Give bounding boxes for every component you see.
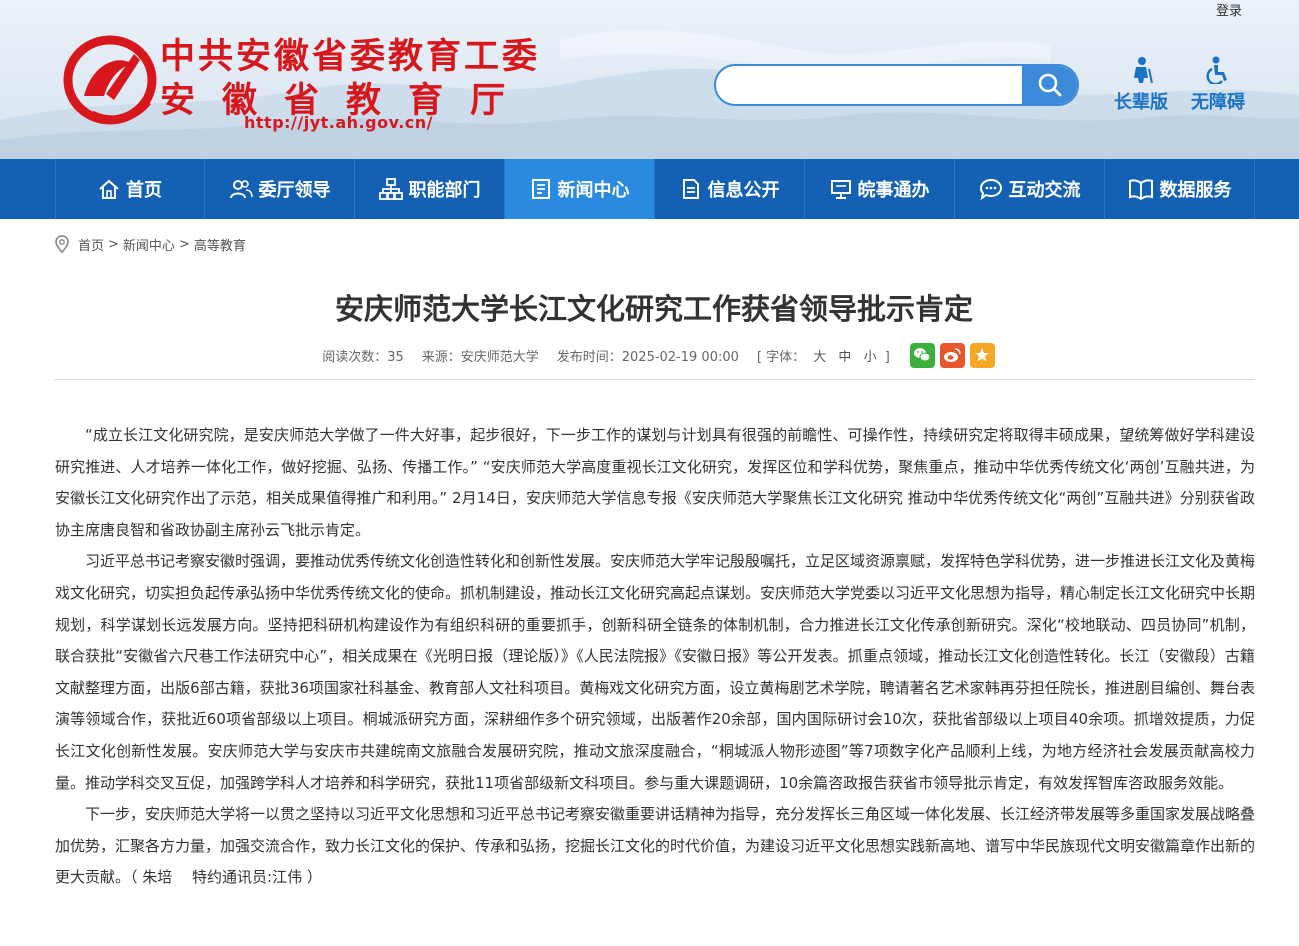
org-icon xyxy=(378,178,403,200)
nav-item-departments[interactable]: 职能部门 xyxy=(355,159,505,219)
article-body: “成立长江文化研究院，是安庆师范大学做了一件大好事，起步很好，下一步工作的谋划与… xyxy=(55,420,1255,894)
accessibility-button[interactable]: 无障碍 xyxy=(1187,56,1249,114)
weibo-icon xyxy=(944,348,962,362)
breadcrumb-separator: > xyxy=(178,236,190,252)
article-source: 来源：安庆师范大学 xyxy=(421,349,539,365)
search-input[interactable] xyxy=(716,66,1022,104)
home-icon xyxy=(99,179,119,199)
document-icon xyxy=(682,179,699,199)
people-icon xyxy=(229,180,253,199)
elder-mode-label: 长辈版 xyxy=(1114,92,1168,113)
nav-item-info-disclosure[interactable]: 信息公开 xyxy=(655,159,805,219)
breadcrumb-higher-education[interactable]: 高等教育 xyxy=(194,235,246,254)
nav-item-label: 互动交流 xyxy=(1008,180,1081,201)
view-count: 阅读次数：35 xyxy=(322,349,404,365)
accessibility-label: 无障碍 xyxy=(1191,92,1245,113)
font-size-large[interactable]: 大 xyxy=(813,350,826,365)
article-meta: 阅读次数：35 来源：安庆师范大学 发布时间：2025-02-19 00:00 … xyxy=(54,340,1254,370)
favorite-icon xyxy=(975,348,990,362)
breadcrumb-news[interactable]: 新闻中心 xyxy=(123,235,175,254)
book-icon xyxy=(1128,179,1153,200)
font-size-switcher: [ 字体： 大 中 小 ] xyxy=(756,349,890,365)
logo-url: http://jyt.ah.gov.cn/ xyxy=(244,113,433,132)
nav-item-label: 数据服务 xyxy=(1159,180,1232,201)
monitor-icon xyxy=(830,180,851,199)
breadcrumb-separator: > xyxy=(108,236,119,252)
search-icon xyxy=(1038,73,1061,97)
search-box xyxy=(714,64,1079,106)
article-paragraph: 习近平总书记考察安徽时强调，要推动优秀传统文化创造性转化和创新性发展。安庆师范大… xyxy=(55,552,1256,792)
location-pin-icon xyxy=(55,235,69,253)
login-link[interactable]: 登录 xyxy=(1216,0,1242,19)
share-weibo-button[interactable] xyxy=(939,342,965,368)
nav-item-news[interactable]: 新闻中心 xyxy=(505,159,655,219)
nav-item-interaction[interactable]: 互动交流 xyxy=(955,159,1105,219)
title-divider xyxy=(54,379,1255,380)
wheelchair-icon xyxy=(1206,56,1227,84)
nav-item-label: 首页 xyxy=(126,180,162,201)
site-logo-icon xyxy=(63,35,157,125)
elder-icon xyxy=(1134,57,1153,84)
breadcrumb: 首页 > 新闻中心 > 高等教育 xyxy=(54,234,246,254)
nav-item-home[interactable]: 首页 xyxy=(55,159,205,219)
article-paragraph: 下一步，安庆师范大学将一以贯之坚持以习近平文化思想和习近平总书记考察安徽重要讲话… xyxy=(55,805,1256,887)
nav-item-label: 信息公开 xyxy=(707,180,780,201)
nav-item-leaders[interactable]: 委厅领导 xyxy=(205,159,355,219)
article-paragraph: “成立长江文化研究院，是安庆师范大学做了一件大好事，起步很好，下一步工作的谋划与… xyxy=(55,426,1255,539)
publish-time: 发布时间：2025-02-19 00:00 xyxy=(556,349,739,365)
news-icon xyxy=(531,179,550,199)
article-title: 安庆师范大学长江文化研究工作获省领导批示肯定 xyxy=(334,292,973,326)
nav-item-label: 皖事通办 xyxy=(857,180,930,201)
nav-item-services[interactable]: 皖事通办 xyxy=(805,159,955,219)
elder-mode-button[interactable]: 长辈版 xyxy=(1110,56,1172,114)
wechat-icon xyxy=(914,348,931,362)
share-buttons xyxy=(905,342,995,368)
share-wechat-button[interactable] xyxy=(909,342,935,368)
nav-item-label: 新闻中心 xyxy=(557,180,630,201)
main-nav: 首页 委厅领导 职能部门 新闻中心 信息公开 皖事通办 互动交流 数据服务 xyxy=(0,159,1299,219)
nav-item-label: 委厅领导 xyxy=(258,180,331,201)
breadcrumb-home[interactable]: 首页 xyxy=(78,235,104,254)
nav-item-label: 职能部门 xyxy=(408,180,481,201)
chat-icon xyxy=(979,178,1002,200)
nav-item-data-services[interactable]: 数据服务 xyxy=(1105,159,1255,219)
font-size-small[interactable]: 小 xyxy=(864,350,877,365)
share-favorite-button[interactable] xyxy=(969,342,995,368)
font-size-medium[interactable]: 中 xyxy=(838,350,851,365)
site-header: 登录 中共安徽省委教育工委 安徽省教育厅 http://jyt.ah.gov.c… xyxy=(0,0,1299,159)
search-button[interactable] xyxy=(1022,66,1077,104)
